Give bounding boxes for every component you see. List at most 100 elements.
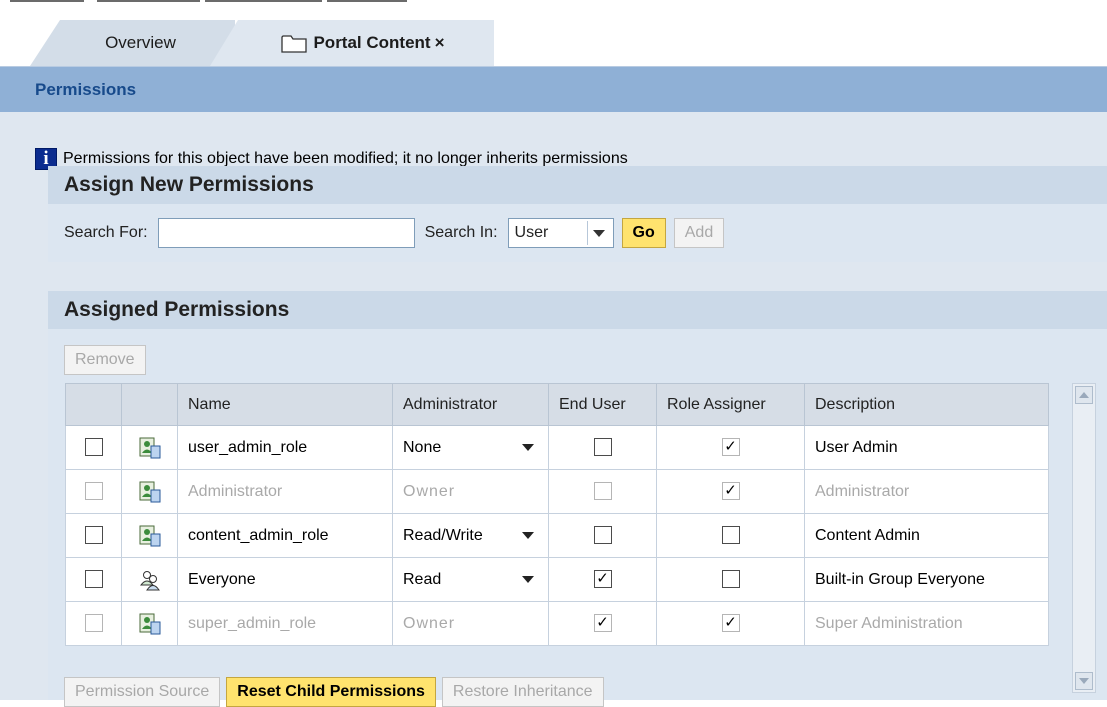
row-select-checkbox xyxy=(84,482,103,501)
administrator-select[interactable]: Read xyxy=(403,571,538,589)
administrator-value: Read xyxy=(403,570,442,588)
permissions-table: Name Administrator End User Role Assigne… xyxy=(65,383,1049,646)
table-row[interactable]: content_admin_role Read/Write Content Admi… xyxy=(65,513,1049,558)
icon-cell xyxy=(121,601,178,646)
role-assigner-checkbox: ✓ xyxy=(721,438,740,457)
page-title: Permissions xyxy=(0,66,1107,112)
col-name: Name xyxy=(177,383,393,426)
administrator-select[interactable]: Read/Write xyxy=(403,527,538,545)
administrator-value: Read/Write xyxy=(403,526,483,544)
administrator-cell: Read/Write xyxy=(392,513,549,558)
icon-cell xyxy=(121,557,178,602)
end-user-checkbox[interactable] xyxy=(593,526,612,545)
select-cell[interactable] xyxy=(65,425,122,470)
role-assigner-checkbox[interactable] xyxy=(721,570,740,589)
table-row[interactable]: super_admin_role Owner ✓ ✓ Super Administrat… xyxy=(65,601,1049,646)
role-assigner-checkbox: ✓ xyxy=(721,614,740,633)
row-select-checkbox[interactable] xyxy=(84,570,103,589)
col-icon xyxy=(121,383,178,426)
table-row[interactable]: Administrator Owner ✓ Administrator xyxy=(65,469,1049,514)
tab-overview-label: Overview xyxy=(105,33,176,52)
role-assigner-checkbox: ✓ xyxy=(721,482,740,501)
row-select-checkbox xyxy=(84,614,103,633)
table-header-row: Name Administrator End User Role Assigne… xyxy=(65,383,1049,426)
tab-portal-content-label: Portal Content xyxy=(313,33,431,52)
administrator-value: Owner xyxy=(403,482,456,500)
end-user-checkbox[interactable] xyxy=(593,438,612,457)
col-select xyxy=(65,383,122,426)
icon-cell xyxy=(121,513,178,558)
name-cell: user_admin_role xyxy=(177,425,393,470)
administrator-cell: Owner xyxy=(392,469,549,514)
end-user-checkbox[interactable]: ✓ xyxy=(593,570,612,589)
administrator-select[interactable]: None xyxy=(403,439,538,457)
role-icon xyxy=(138,524,162,548)
tab-bar: Overview Portal Content × xyxy=(0,20,1107,66)
assign-new-permissions-header: Assign New Permissions xyxy=(48,166,1107,204)
role-assigner-checkbox[interactable] xyxy=(721,526,740,545)
col-end-user: End User xyxy=(548,383,657,426)
administrator-cell: None xyxy=(392,425,549,470)
name-cell: content_admin_role xyxy=(177,513,393,558)
name-cell: Administrator xyxy=(177,469,393,514)
tab-overview[interactable]: Overview xyxy=(30,20,235,66)
end-user-cell xyxy=(548,425,657,470)
search-in-label: Search In: xyxy=(424,224,498,241)
role-assigner-cell: ✓ xyxy=(656,425,805,470)
select-cell[interactable] xyxy=(65,601,122,646)
top-strip xyxy=(0,0,420,20)
end-user-cell: ✓ xyxy=(548,557,657,602)
end-user-cell: ✓ xyxy=(548,601,657,646)
end-user-cell xyxy=(548,469,657,514)
chevron-down-icon[interactable] xyxy=(586,221,611,245)
table-scrollbar[interactable] xyxy=(1072,383,1096,693)
description-cell: Content Admin xyxy=(804,513,1049,558)
search-for-label: Search For: xyxy=(64,224,148,241)
tab-portal-content[interactable]: Portal Content × xyxy=(210,20,494,66)
role-assigner-cell: ✓ xyxy=(656,469,805,514)
chevron-down-icon[interactable] xyxy=(522,444,534,451)
select-cell[interactable] xyxy=(65,513,122,558)
folder-icon xyxy=(281,33,308,53)
restore-inheritance-button[interactable]: Restore Inheritance xyxy=(441,677,604,707)
table-row[interactable]: Everyone Read ✓ Built-in Group Everyone xyxy=(65,557,1049,602)
role-icon xyxy=(138,612,162,636)
scroll-up-icon[interactable] xyxy=(1075,386,1093,404)
search-row: Search For: Search In: User Go Add xyxy=(48,204,1107,262)
description-cell: User Admin xyxy=(804,425,1049,470)
go-button[interactable]: Go xyxy=(621,218,666,248)
description-cell: Built-in Group Everyone xyxy=(804,557,1049,602)
icon-cell xyxy=(121,469,178,514)
administrator-value: Owner xyxy=(403,614,456,632)
search-input[interactable] xyxy=(157,218,415,248)
add-button[interactable]: Add xyxy=(673,218,725,248)
icon-cell xyxy=(121,425,178,470)
row-select-checkbox[interactable] xyxy=(84,438,103,457)
administrator-cell: Owner xyxy=(392,601,549,646)
search-in-select[interactable]: User xyxy=(507,218,614,248)
col-description: Description xyxy=(804,383,1049,426)
close-icon[interactable]: × xyxy=(435,33,445,53)
name-cell: Everyone xyxy=(177,557,393,602)
description-cell: Super Administration xyxy=(804,601,1049,646)
administrator-cell: Read xyxy=(392,557,549,602)
group-icon xyxy=(138,568,162,592)
chevron-down-icon[interactable] xyxy=(522,576,534,583)
select-cell[interactable] xyxy=(65,469,122,514)
role-icon xyxy=(138,436,162,460)
end-user-checkbox xyxy=(593,482,612,501)
row-select-checkbox[interactable] xyxy=(84,526,103,545)
assigned-permissions-panel: Remove Name Administrator End User Role … xyxy=(48,329,1107,707)
scroll-down-icon[interactable] xyxy=(1075,672,1093,690)
permission-source-button[interactable]: Permission Source xyxy=(64,677,221,707)
search-in-value: User xyxy=(514,224,549,241)
col-administrator: Administrator xyxy=(392,383,549,426)
remove-button[interactable]: Remove xyxy=(64,345,146,375)
select-cell[interactable] xyxy=(65,557,122,602)
role-assigner-cell: ✓ xyxy=(656,601,805,646)
reset-child-permissions-button[interactable]: Reset Child Permissions xyxy=(226,677,436,707)
chevron-down-icon[interactable] xyxy=(522,532,534,539)
assigned-permissions-header: Assigned Permissions xyxy=(48,291,1107,329)
table-row[interactable]: user_admin_role None ✓ User Admin xyxy=(65,425,1049,470)
name-cell: super_admin_role xyxy=(177,601,393,646)
